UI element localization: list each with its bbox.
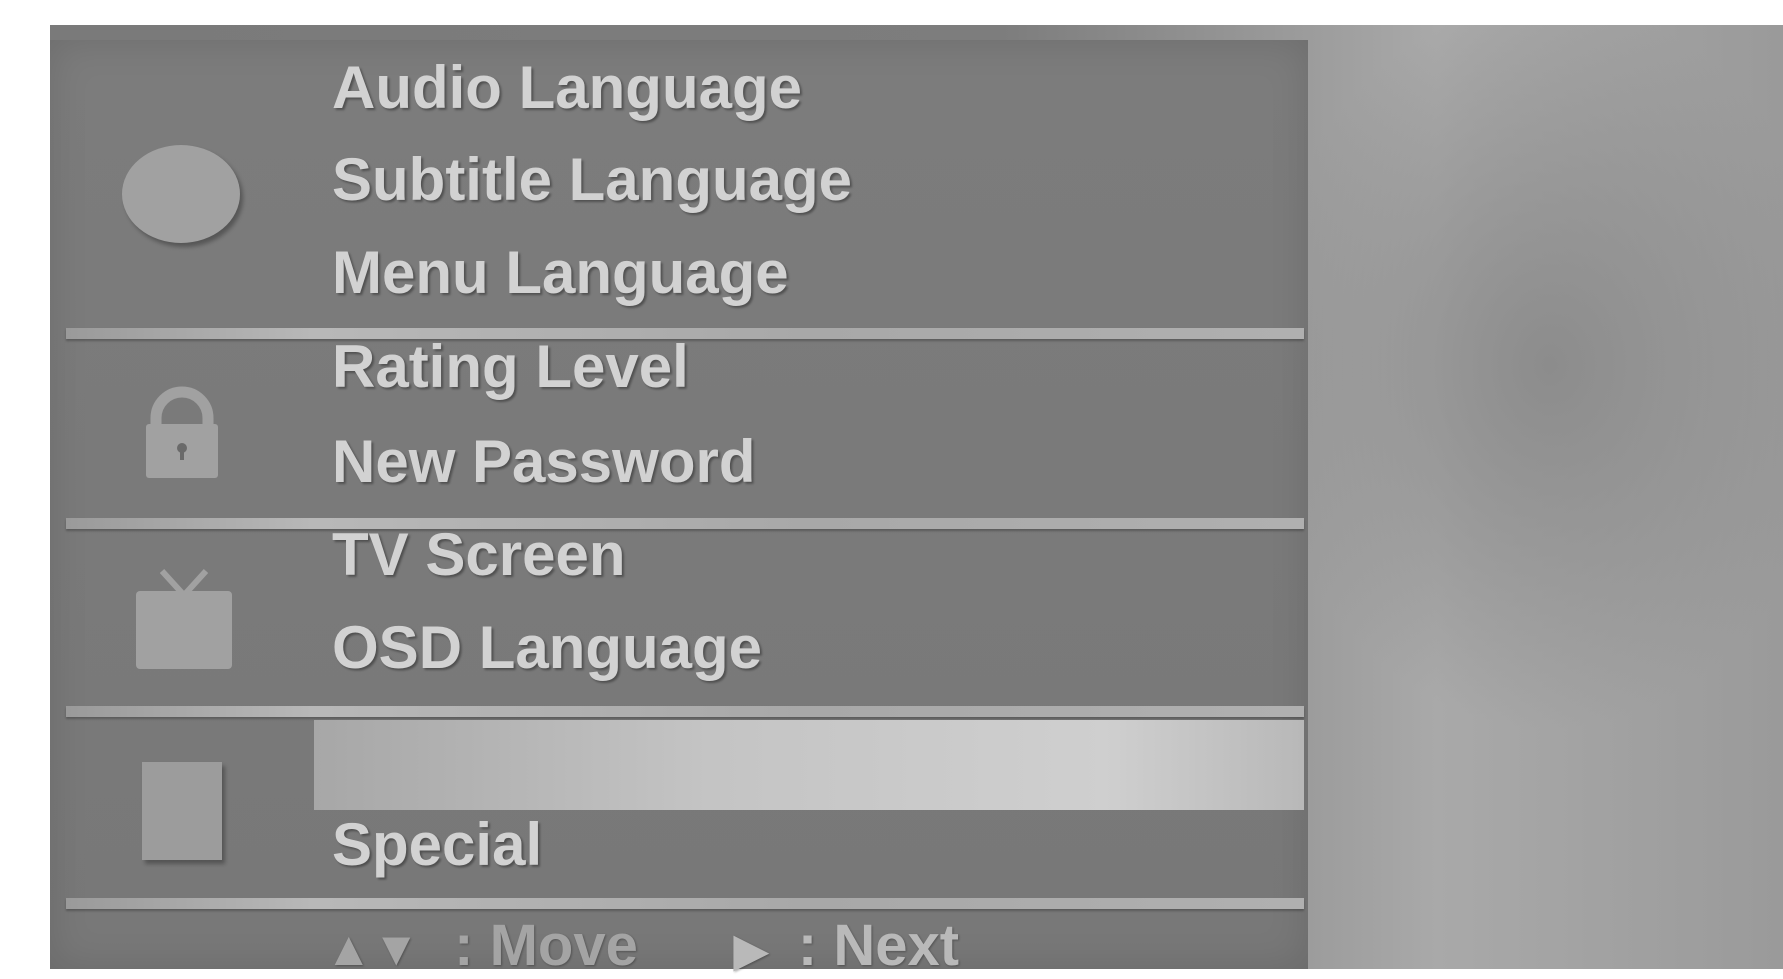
menu-item-osd-language[interactable]: OSD Language <box>332 618 762 678</box>
others-icon[interactable] <box>142 762 222 860</box>
menu-item-rating-level[interactable]: Rating Level <box>332 337 689 397</box>
setup-menu-panel: Audio Language Subtitle Language Menu La… <box>50 40 1308 978</box>
tv-screen: Audio Language Subtitle Language Menu La… <box>50 25 1783 978</box>
menu-item-menu-language[interactable]: Menu Language <box>332 243 789 303</box>
lock-icon[interactable] <box>132 380 232 480</box>
group-divider <box>66 706 1304 717</box>
menu-item-selected-highlight[interactable] <box>314 720 1304 810</box>
tv-icon[interactable] <box>132 565 236 675</box>
menu-item-tv-screen[interactable]: TV Screen <box>332 525 625 585</box>
disc-icon[interactable] <box>122 145 240 243</box>
next-arrow-icon: ▶ <box>733 926 768 975</box>
group-divider <box>66 518 1304 529</box>
group-divider <box>66 898 1304 909</box>
menu-item-audio-language[interactable]: Audio Language <box>332 58 802 118</box>
menu-item-special[interactable]: Special <box>332 815 542 875</box>
menu-item-new-password[interactable]: New Password <box>332 432 756 492</box>
menu-item-subtitle-language[interactable]: Subtitle Language <box>332 150 852 210</box>
